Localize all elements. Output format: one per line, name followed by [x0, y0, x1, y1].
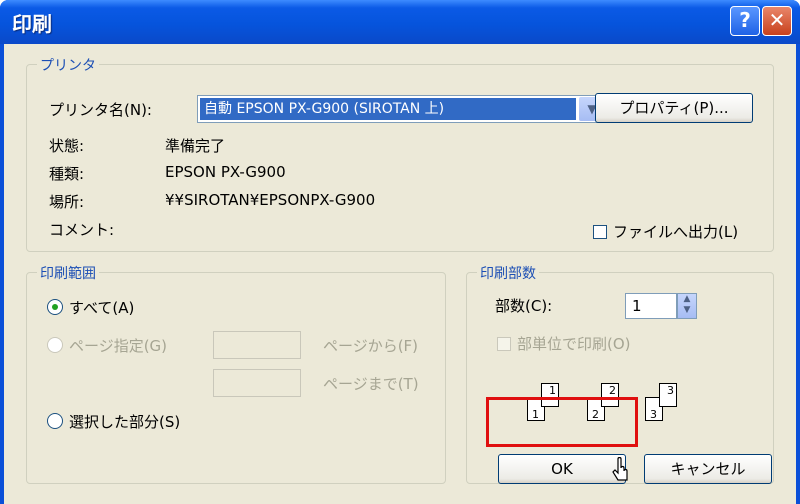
titlebar: 印刷 ? ✕ — [0, 0, 800, 44]
print-range-legend: 印刷範囲 — [37, 263, 99, 283]
ok-highlight-box — [486, 397, 638, 447]
properties-button[interactable]: プロパティ(P)... — [595, 93, 753, 123]
range-pages-label[interactable]: ページ指定(G) — [69, 335, 167, 356]
print-dialog: 印刷 ? ✕ プリンタ プリンタ名(N): 自動 EPSON PX-G900 (… — [0, 0, 800, 504]
range-pages-radio[interactable] — [47, 337, 63, 353]
printer-group: プリンタ プリンタ名(N): 自動 EPSON PX-G900 (SIROTAN… — [26, 55, 774, 252]
close-icon: ✕ — [768, 8, 786, 32]
mouse-cursor-icon — [612, 457, 628, 481]
printer-group-legend: プリンタ — [37, 55, 99, 75]
page-from-input[interactable] — [213, 331, 301, 359]
print-to-file-label[interactable]: ファイルへ出力(L) — [613, 221, 738, 242]
help-button[interactable]: ? — [730, 6, 760, 36]
close-button[interactable]: ✕ — [762, 6, 792, 36]
range-all-label[interactable]: すべて(A) — [69, 297, 134, 318]
copies-group: 印刷部数 部数(C): 1 ▲ ▼ 部単位で印刷(O) 1 1 2 2 3 3 — [466, 263, 774, 484]
help-icon: ? — [739, 8, 751, 32]
location-label: 場所: — [49, 193, 85, 211]
range-all-radio[interactable] — [47, 299, 63, 315]
print-to-file-checkbox[interactable] — [593, 225, 607, 239]
ok-button[interactable]: OK — [498, 454, 626, 484]
page-to-input[interactable] — [213, 369, 301, 397]
comment-label: コメント: — [49, 221, 115, 239]
type-value: EPSON PX-G900 — [165, 163, 286, 181]
copies-legend: 印刷部数 — [477, 263, 539, 283]
copies-count-label: 部数(C): — [495, 297, 553, 315]
type-label: 種類: — [49, 165, 85, 183]
status-value: 準備完了 — [165, 137, 226, 155]
printer-name-label: プリンタ名(N): — [49, 101, 152, 119]
page-from-label: ページから(F) — [323, 337, 419, 355]
copies-count-input[interactable]: 1 — [625, 293, 677, 319]
status-label: 状態: — [49, 137, 85, 155]
collate-label[interactable]: 部単位で印刷(O) — [517, 333, 631, 354]
page-to-label: ページまで(T) — [323, 375, 419, 393]
cancel-button[interactable]: キャンセル — [644, 454, 772, 484]
range-selection-label[interactable]: 選択した部分(S) — [69, 411, 180, 432]
range-selection-radio[interactable] — [47, 413, 63, 429]
spin-arrows-icon[interactable]: ▲ ▼ — [677, 293, 697, 319]
print-range-group: 印刷範囲 すべて(A) ページ指定(G) ページから(F) ページまで(T) 選… — [26, 263, 446, 484]
collate-page-icon: 3 — [659, 383, 677, 407]
printer-name-select[interactable]: 自動 EPSON PX-G900 (SIROTAN 上) ▼ — [197, 95, 607, 123]
dialog-body: プリンタ プリンタ名(N): 自動 EPSON PX-G900 (SIROTAN… — [4, 44, 796, 504]
dialog-title: 印刷 — [12, 12, 52, 36]
location-value: ¥¥SIROTAN¥EPSONPX-G900 — [165, 191, 376, 209]
collate-checkbox[interactable] — [497, 337, 511, 351]
printer-name-value: 自動 EPSON PX-G900 (SIROTAN 上) — [200, 98, 576, 120]
